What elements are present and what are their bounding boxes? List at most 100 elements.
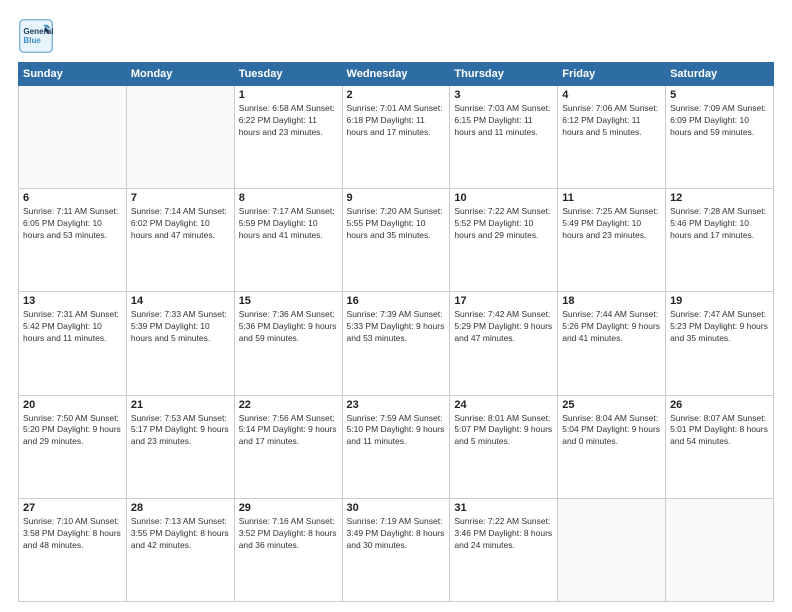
day-number: 11 [562, 192, 661, 204]
logo-icon: General Blue [18, 18, 54, 54]
day-number: 29 [239, 502, 338, 514]
day-info: Sunrise: 7:31 AM Sunset: 5:42 PM Dayligh… [23, 309, 122, 345]
day-info: Sunrise: 7:11 AM Sunset: 6:05 PM Dayligh… [23, 206, 122, 242]
day-number: 15 [239, 295, 338, 307]
svg-text:Blue: Blue [23, 36, 41, 45]
day-number: 30 [347, 502, 446, 514]
day-of-week-header: Saturday [666, 63, 774, 86]
calendar-week-row: 13 Sunrise: 7:31 AM Sunset: 5:42 PM Dayli… [19, 292, 774, 395]
logo: General Blue [18, 18, 54, 54]
calendar-day-cell: 9 Sunrise: 7:20 AM Sunset: 5:55 PM Daylig… [342, 189, 450, 292]
day-number: 22 [239, 399, 338, 411]
day-number: 17 [454, 295, 553, 307]
day-info: Sunrise: 7:10 AM Sunset: 3:58 PM Dayligh… [23, 516, 122, 552]
calendar-day-cell [666, 498, 774, 601]
day-info: Sunrise: 7:17 AM Sunset: 5:59 PM Dayligh… [239, 206, 338, 242]
day-number: 13 [23, 295, 122, 307]
day-info: Sunrise: 6:58 AM Sunset: 6:22 PM Dayligh… [239, 103, 338, 139]
calendar-day-cell: 10Sunrise: 7:22 AM Sunset: 5:52 PM Dayli… [450, 189, 558, 292]
calendar-week-row: 27 Sunrise: 7:10 AM Sunset: 3:58 PM Dayli… [19, 498, 774, 601]
day-info: Sunrise: 7:22 AM Sunset: 5:52 PM Dayligh… [454, 206, 553, 242]
day-number: 16 [347, 295, 446, 307]
day-info: Sunrise: 7:50 AM Sunset: 5:20 PM Dayligh… [23, 413, 122, 449]
day-info: Sunrise: 7:19 AM Sunset: 3:49 PM Dayligh… [347, 516, 446, 552]
day-of-week-header: Monday [126, 63, 234, 86]
calendar-day-cell: 29 Sunrise: 7:16 AM Sunset: 3:52 PM Dayli… [234, 498, 342, 601]
day-number: 19 [670, 295, 769, 307]
day-info: Sunrise: 8:07 AM Sunset: 5:01 PM Dayligh… [670, 413, 769, 449]
calendar-day-cell: 12 Sunrise: 7:28 AM Sunset: 5:46 PM Dayli… [666, 189, 774, 292]
day-number: 28 [131, 502, 230, 514]
day-number: 23 [347, 399, 446, 411]
calendar-day-cell: 24 Sunrise: 8:01 AM Sunset: 5:07 PM Dayli… [450, 395, 558, 498]
day-info: Sunrise: 7:56 AM Sunset: 5:14 PM Dayligh… [239, 413, 338, 449]
calendar-header-row: SundayMondayTuesdayWednesdayThursdayFrid… [19, 63, 774, 86]
day-info: Sunrise: 7:20 AM Sunset: 5:55 PM Dayligh… [347, 206, 446, 242]
calendar-day-cell: 27 Sunrise: 7:10 AM Sunset: 3:58 PM Dayli… [19, 498, 127, 601]
day-number: 1 [239, 89, 338, 101]
day-number: 7 [131, 192, 230, 204]
day-info: Sunrise: 8:04 AM Sunset: 5:04 PM Dayligh… [562, 413, 661, 449]
calendar-week-row: 6 Sunrise: 7:11 AM Sunset: 6:05 PM Daylig… [19, 189, 774, 292]
calendar-day-cell [19, 86, 127, 189]
day-number: 12 [670, 192, 769, 204]
calendar-day-cell: 13 Sunrise: 7:31 AM Sunset: 5:42 PM Dayli… [19, 292, 127, 395]
calendar-day-cell: 7 Sunrise: 7:14 AM Sunset: 6:02 PM Daylig… [126, 189, 234, 292]
calendar-day-cell: 2Sunrise: 7:01 AM Sunset: 6:18 PM Daylig… [342, 86, 450, 189]
day-info: Sunrise: 7:36 AM Sunset: 5:36 PM Dayligh… [239, 309, 338, 345]
day-number: 26 [670, 399, 769, 411]
day-number: 21 [131, 399, 230, 411]
calendar-day-cell: 19 Sunrise: 7:47 AM Sunset: 5:23 PM Dayli… [666, 292, 774, 395]
calendar-week-row: 1 Sunrise: 6:58 AM Sunset: 6:22 PM Daylig… [19, 86, 774, 189]
day-number: 31 [454, 502, 553, 514]
day-number: 25 [562, 399, 661, 411]
day-info: Sunrise: 7:47 AM Sunset: 5:23 PM Dayligh… [670, 309, 769, 345]
day-info: Sunrise: 7:25 AM Sunset: 5:49 PM Dayligh… [562, 206, 661, 242]
day-number: 4 [562, 89, 661, 101]
day-number: 9 [347, 192, 446, 204]
day-of-week-header: Friday [558, 63, 666, 86]
day-info: Sunrise: 7:39 AM Sunset: 5:33 PM Dayligh… [347, 309, 446, 345]
calendar-day-cell: 8Sunrise: 7:17 AM Sunset: 5:59 PM Daylig… [234, 189, 342, 292]
day-info: Sunrise: 8:01 AM Sunset: 5:07 PM Dayligh… [454, 413, 553, 449]
day-number: 3 [454, 89, 553, 101]
day-number: 24 [454, 399, 553, 411]
day-info: Sunrise: 7:14 AM Sunset: 6:02 PM Dayligh… [131, 206, 230, 242]
calendar-day-cell: 16 Sunrise: 7:39 AM Sunset: 5:33 PM Dayli… [342, 292, 450, 395]
day-info: Sunrise: 7:13 AM Sunset: 3:55 PM Dayligh… [131, 516, 230, 552]
day-of-week-header: Wednesday [342, 63, 450, 86]
day-info: Sunrise: 7:03 AM Sunset: 6:15 PM Dayligh… [454, 103, 553, 139]
calendar-day-cell [558, 498, 666, 601]
day-number: 6 [23, 192, 122, 204]
day-of-week-header: Sunday [19, 63, 127, 86]
day-info: Sunrise: 7:42 AM Sunset: 5:29 PM Dayligh… [454, 309, 553, 345]
calendar-day-cell: 18Sunrise: 7:44 AM Sunset: 5:26 PM Dayli… [558, 292, 666, 395]
page: General Blue SundayMondayTuesdayWednesda… [0, 0, 792, 612]
calendar-day-cell: 30 Sunrise: 7:19 AM Sunset: 3:49 PM Dayli… [342, 498, 450, 601]
day-number: 14 [131, 295, 230, 307]
calendar-table: SundayMondayTuesdayWednesdayThursdayFrid… [18, 62, 774, 602]
day-info: Sunrise: 7:53 AM Sunset: 5:17 PM Dayligh… [131, 413, 230, 449]
calendar-day-cell: 15 Sunrise: 7:36 AM Sunset: 5:36 PM Dayli… [234, 292, 342, 395]
day-number: 5 [670, 89, 769, 101]
calendar-day-cell: 26 Sunrise: 8:07 AM Sunset: 5:01 PM Dayli… [666, 395, 774, 498]
day-info: Sunrise: 7:28 AM Sunset: 5:46 PM Dayligh… [670, 206, 769, 242]
day-number: 20 [23, 399, 122, 411]
calendar-day-cell: 22 Sunrise: 7:56 AM Sunset: 5:14 PM Dayli… [234, 395, 342, 498]
calendar-day-cell: 20 Sunrise: 7:50 AM Sunset: 5:20 PM Dayli… [19, 395, 127, 498]
day-info: Sunrise: 7:59 AM Sunset: 5:10 PM Dayligh… [347, 413, 446, 449]
calendar-day-cell: 14Sunrise: 7:33 AM Sunset: 5:39 PM Dayli… [126, 292, 234, 395]
day-of-week-header: Thursday [450, 63, 558, 86]
calendar-day-cell [126, 86, 234, 189]
calendar-day-cell: 1 Sunrise: 6:58 AM Sunset: 6:22 PM Daylig… [234, 86, 342, 189]
day-info: Sunrise: 7:44 AM Sunset: 5:26 PM Dayligh… [562, 309, 661, 345]
calendar-day-cell: 3 Sunrise: 7:03 AM Sunset: 6:15 PM Daylig… [450, 86, 558, 189]
calendar-week-row: 20 Sunrise: 7:50 AM Sunset: 5:20 PM Dayli… [19, 395, 774, 498]
day-number: 27 [23, 502, 122, 514]
calendar-day-cell: 28 Sunrise: 7:13 AM Sunset: 3:55 PM Dayli… [126, 498, 234, 601]
calendar-day-cell: 21 Sunrise: 7:53 AM Sunset: 5:17 PM Dayli… [126, 395, 234, 498]
day-info: Sunrise: 7:09 AM Sunset: 6:09 PM Dayligh… [670, 103, 769, 139]
calendar-day-cell: 11 Sunrise: 7:25 AM Sunset: 5:49 PM Dayli… [558, 189, 666, 292]
calendar-day-cell: 25 Sunrise: 8:04 AM Sunset: 5:04 PM Dayli… [558, 395, 666, 498]
day-info: Sunrise: 7:16 AM Sunset: 3:52 PM Dayligh… [239, 516, 338, 552]
